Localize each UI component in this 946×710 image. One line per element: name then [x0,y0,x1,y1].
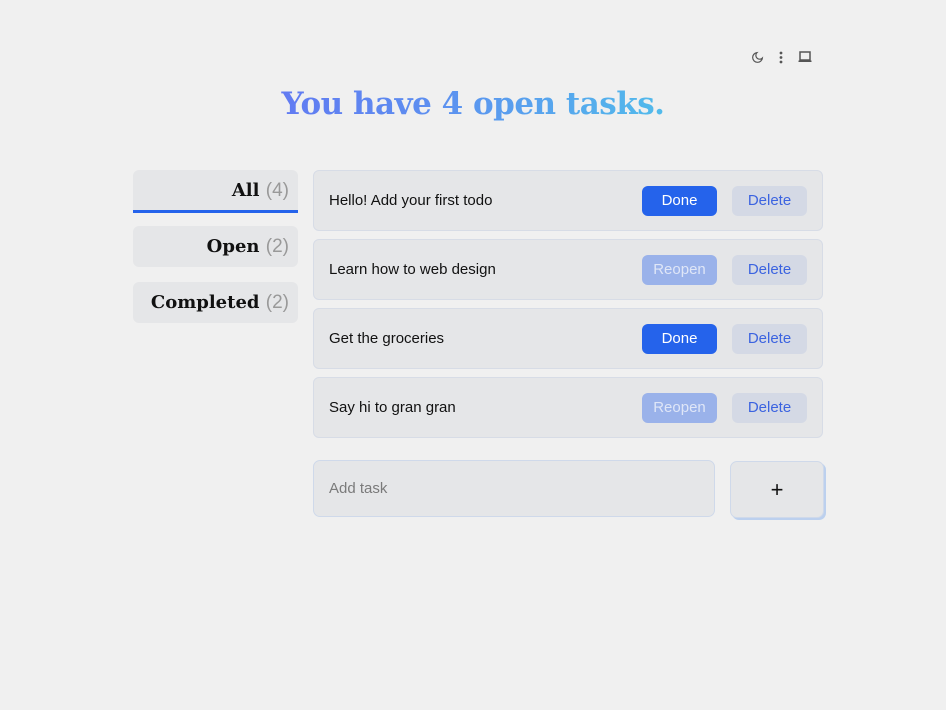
delete-button[interactable]: Delete [732,392,807,423]
task-text: Hello! Add your first todo [329,192,493,209]
page-title: You have 4 open tasks. [0,86,946,122]
delete-button[interactable]: Delete [732,254,807,285]
filter-tabs: All (4) Open (2) Completed (2) [133,170,298,338]
task-text: Learn how to web design [329,261,496,278]
done-button[interactable]: Done [642,185,717,216]
task-text: Say hi to gran gran [329,399,456,416]
delete-button[interactable]: Delete [732,323,807,354]
tab-count: (2) [265,292,289,313]
task-row: Learn how to web design Reopen Delete [313,239,823,300]
task-row: Get the groceries Done Delete [313,308,823,369]
done-button[interactable]: Done [642,323,717,354]
tab-label: All [231,180,260,201]
reopen-button[interactable]: Reopen [642,254,717,285]
task-row: Hello! Add your first todo Done Delete [313,170,823,231]
task-list: Hello! Add your first todo Done Delete Lea… [313,170,823,446]
add-task-input[interactable] [313,460,715,517]
task-text: Get the groceries [329,330,445,347]
delete-button[interactable]: Delete [732,185,807,216]
add-task-button[interactable]: + [730,461,824,518]
moon-icon[interactable] [750,50,764,64]
tab-open[interactable]: Open (2) [133,226,298,267]
more-vertical-icon[interactable] [774,50,788,64]
tab-completed[interactable]: Completed (2) [133,282,298,323]
tab-all[interactable]: All (4) [133,170,298,213]
task-row: Say hi to gran gran Reopen Delete [313,377,823,438]
laptop-icon[interactable] [798,50,812,64]
tab-label: Completed [150,292,260,313]
tab-count: (4) [265,180,289,201]
tab-count: (2) [265,236,289,257]
tab-label: Open [206,236,260,257]
reopen-button[interactable]: Reopen [642,392,717,423]
toolbar [750,50,812,64]
